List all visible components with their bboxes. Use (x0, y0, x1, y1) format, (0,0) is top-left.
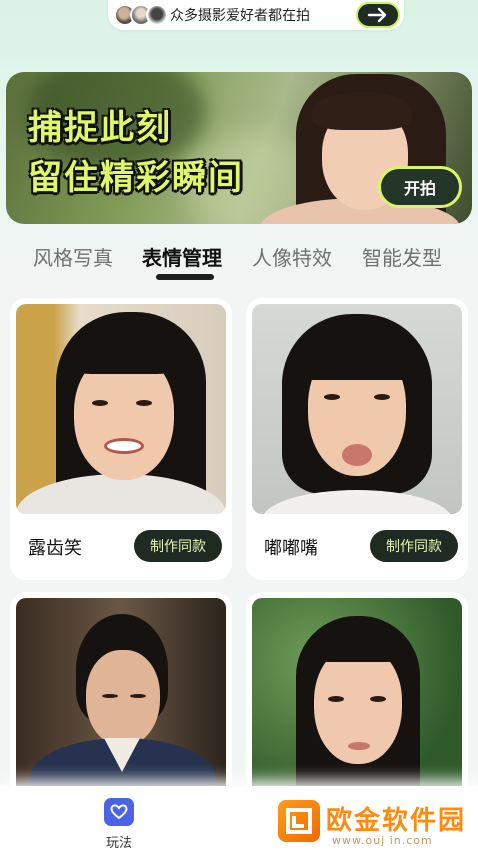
template-photo (252, 598, 462, 812)
start-shoot-button[interactable]: 开拍 (378, 166, 462, 208)
watermark-logo-icon (286, 808, 312, 834)
tab-expression[interactable]: 表情管理 (142, 242, 222, 271)
template-card[interactable] (10, 592, 232, 812)
template-card[interactable]: 嘟嘟嘴 制作同款 (246, 298, 468, 580)
watermark-sub: www.ouj in.com (332, 834, 433, 847)
make-same-button[interactable]: 制作同款 (370, 530, 458, 562)
watermark-logo (278, 800, 320, 842)
active-tab-indicator (156, 274, 214, 280)
arrow-right-icon (367, 7, 387, 23)
heart-icon (110, 804, 128, 820)
make-same-button[interactable]: 制作同款 (134, 530, 222, 562)
promo-pill[interactable]: 众多摄影爱好者都在拍 (108, 0, 404, 30)
avatar-stack (114, 3, 184, 27)
banner-headline-1: 捕捉此刻 (28, 108, 172, 148)
category-tabs: 风格写真 表情管理 人像特效 智能发型 (0, 238, 478, 282)
template-photo (252, 304, 462, 514)
avatar (146, 4, 168, 26)
template-photo (16, 304, 226, 514)
tab-smart-hairstyle[interactable]: 智能发型 (362, 242, 442, 271)
tab-portrait-effects[interactable]: 人像特效 (252, 242, 332, 271)
nav-label-play[interactable]: 玩法 (104, 832, 134, 850)
template-name: 露齿笑 (28, 538, 82, 559)
promo-arrow-button[interactable] (356, 2, 400, 28)
template-photo (16, 598, 226, 812)
promo-text: 众多摄影爱好者都在拍 (170, 8, 310, 24)
template-card[interactable] (246, 592, 468, 812)
nav-item-play[interactable] (104, 798, 134, 826)
template-card[interactable]: 露齿笑 制作同款 (10, 298, 232, 580)
template-name: 嘟嘟嘴 (264, 538, 318, 559)
tab-style-portrait[interactable]: 风格写真 (33, 242, 113, 271)
banner-headline-2: 留住精彩瞬间 (28, 158, 244, 198)
watermark-text: 欧金软件园 (326, 806, 467, 836)
